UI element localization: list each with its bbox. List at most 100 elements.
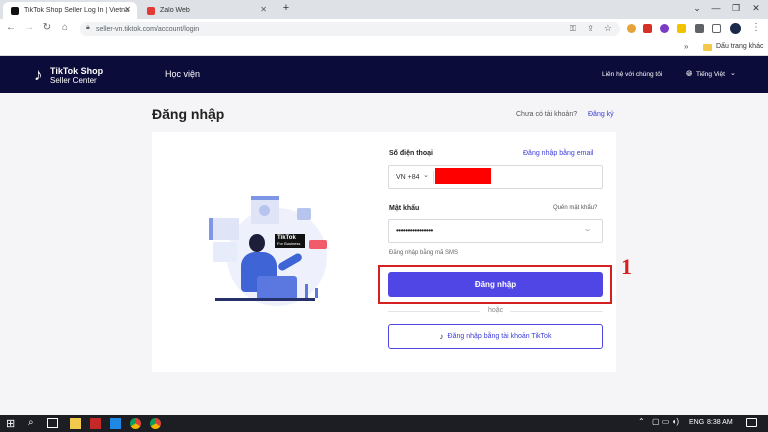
login-button[interactable]: Đăng nhập	[388, 272, 603, 297]
forgot-password-link[interactable]: Quên mật khẩu?	[553, 205, 597, 211]
chevron-down-icon: ⌄	[730, 70, 736, 77]
or-divider-left	[388, 311, 480, 312]
logo-line2: Seller Center	[50, 76, 97, 85]
tiktok-login-button[interactable]: ♪ Đăng nhập bằng tài khoản TikTok	[388, 324, 603, 349]
zalo-favicon-icon	[147, 6, 155, 15]
password-input[interactable]: •••••••••••••••• ⌣	[388, 219, 603, 243]
bookmarks-bar: » Dấu trang khác	[0, 39, 768, 56]
url-text: seller-vn.tiktok.com/account/login	[96, 25, 200, 33]
tiktok-note-icon: ♪	[439, 332, 444, 341]
close-tab-icon[interactable]: ✕	[260, 5, 267, 14]
browser-tab-tiktok[interactable]: TikTok Shop Seller Log In | Vietna ✕	[3, 2, 137, 19]
close-window-icon[interactable]: ✕	[749, 3, 763, 14]
extension-icon[interactable]	[677, 24, 686, 33]
other-bookmarks-label[interactable]: Dấu trang khác	[716, 43, 763, 50]
windows-taskbar: ⊞ ⌕ ⌃ ▢ ▭ ◖) ENG 8:38 AM	[0, 415, 768, 432]
notification-icon[interactable]	[746, 418, 757, 427]
chevron-right-icon[interactable]: »	[684, 42, 688, 51]
reload-icon[interactable]: ↻	[40, 22, 54, 33]
search-icon[interactable]: ⌕	[28, 417, 34, 428]
illustration: TikTok For Business	[205, 196, 333, 308]
file-explorer-icon[interactable]	[70, 418, 81, 429]
menu-icon[interactable]: ⋮	[749, 22, 763, 33]
language-indicator[interactable]: ENG	[689, 419, 704, 426]
profile-card	[251, 196, 279, 224]
login-button-label: Đăng nhập	[474, 280, 517, 289]
minimize-icon[interactable]: —	[709, 3, 723, 13]
windows-start-icon[interactable]: ⊞	[6, 417, 15, 430]
tab-title: Zalo Web	[160, 7, 190, 14]
or-text: hoặc	[488, 307, 504, 314]
nav-academy[interactable]: Học viện	[165, 69, 200, 79]
clock[interactable]: 8:38 AM	[707, 419, 733, 426]
tray-chevron-icon[interactable]: ⌃	[638, 417, 645, 426]
desk-leg	[315, 288, 318, 298]
or-divider-right	[510, 311, 603, 312]
task-view-icon[interactable]	[47, 418, 58, 428]
person-head	[249, 234, 265, 252]
phone-input[interactable]: VN +84 ⌄	[388, 165, 603, 189]
chrome-icon[interactable]	[130, 418, 141, 429]
phone-label: Số điện thoại	[389, 150, 433, 157]
eye-closed-icon[interactable]: ⌣	[585, 225, 590, 235]
address-row: ← → ↻ ⌂ 🔒︎ seller-vn.tiktok.com/account/…	[0, 19, 768, 39]
tiktok-logo[interactable]: ♪ TikTok Shop Seller Center	[34, 65, 114, 87]
site-header: ♪ TikTok Shop Seller Center Học viện Liê…	[0, 56, 768, 93]
bookmark-star-icon[interactable]: ☆	[604, 23, 612, 34]
tab-title: TikTok Shop Seller Log In | Vietna	[24, 7, 129, 14]
address-bar[interactable]: 🔒︎ seller-vn.tiktok.com/account/login ⚿ …	[80, 22, 620, 36]
redacted-phone-number	[435, 168, 491, 184]
extension-icon[interactable]	[660, 24, 669, 33]
browser-tab-zalo[interactable]: Zalo Web ✕	[139, 2, 273, 19]
tiktok-favicon-icon	[11, 6, 19, 15]
register-link[interactable]: Đăng ký	[588, 111, 614, 118]
maximize-icon[interactable]: ❐	[729, 3, 743, 14]
password-label: Mật khẩu	[389, 205, 420, 212]
tiktok-note-icon: ♪	[34, 65, 43, 84]
laptop	[257, 276, 297, 300]
tab-search-icon[interactable]: ⌄	[690, 3, 704, 14]
extension-icon[interactable]	[627, 24, 636, 33]
browser-tab-bar: TikTok Shop Seller Log In | Vietna ✕ Zal…	[0, 0, 768, 19]
logo-line1: TikTok Shop	[50, 66, 104, 76]
page-title: Đăng nhập	[152, 106, 225, 122]
home-icon[interactable]: ⌂	[58, 22, 72, 33]
language-selector[interactable]: Tiếng Việt	[696, 71, 725, 78]
folder-card	[297, 208, 311, 220]
desk-leg	[305, 284, 308, 298]
country-code-selector[interactable]: VN +84	[396, 174, 420, 181]
tray-icons[interactable]: ▢ ▭ ◖)	[652, 417, 679, 426]
user-icon	[259, 205, 270, 216]
back-icon[interactable]: ←	[4, 22, 18, 33]
tiktok-chip	[309, 240, 327, 249]
annotation-number: 1	[621, 254, 632, 279]
share-icon[interactable]: ⇪	[587, 24, 594, 33]
sms-login-link[interactable]: Đăng nhập bằng mã SMS	[389, 250, 458, 256]
chart-card	[213, 242, 237, 262]
divider	[433, 171, 434, 184]
chevron-down-icon: ⌄	[423, 172, 429, 179]
sidebar-icon[interactable]	[712, 24, 721, 33]
chrome-icon[interactable]	[150, 418, 161, 429]
tiktok-login-label: Đăng nhập bằng tài khoản TikTok	[447, 333, 552, 340]
key-icon[interactable]: ⚿	[570, 24, 576, 34]
email-login-link[interactable]: Đăng nhập bằng email	[523, 150, 593, 157]
desk	[215, 298, 315, 301]
globe-icon: 🌐︎	[686, 69, 693, 78]
contact-link[interactable]: Liên hệ với chúng tôi	[602, 71, 662, 78]
close-tab-icon[interactable]: ✕	[124, 5, 131, 14]
pdf-app-icon[interactable]	[90, 418, 101, 429]
extension-icon[interactable]	[643, 24, 652, 33]
folder-icon	[703, 44, 712, 51]
forward-icon[interactable]: →	[22, 22, 36, 33]
new-tab-icon[interactable]: +	[279, 2, 293, 14]
list-card	[209, 218, 239, 240]
avatar[interactable]	[730, 23, 741, 34]
lock-icon: 🔒︎	[86, 24, 90, 31]
password-value: ••••••••••••••••	[396, 226, 433, 235]
tiktok-badge: TikTok For Business	[275, 234, 305, 248]
badge-sub: For Business	[277, 241, 301, 246]
puzzle-icon[interactable]	[695, 24, 704, 33]
computer-app-icon[interactable]	[110, 418, 121, 429]
no-account-text: Chưa có tài khoản?	[516, 111, 578, 118]
